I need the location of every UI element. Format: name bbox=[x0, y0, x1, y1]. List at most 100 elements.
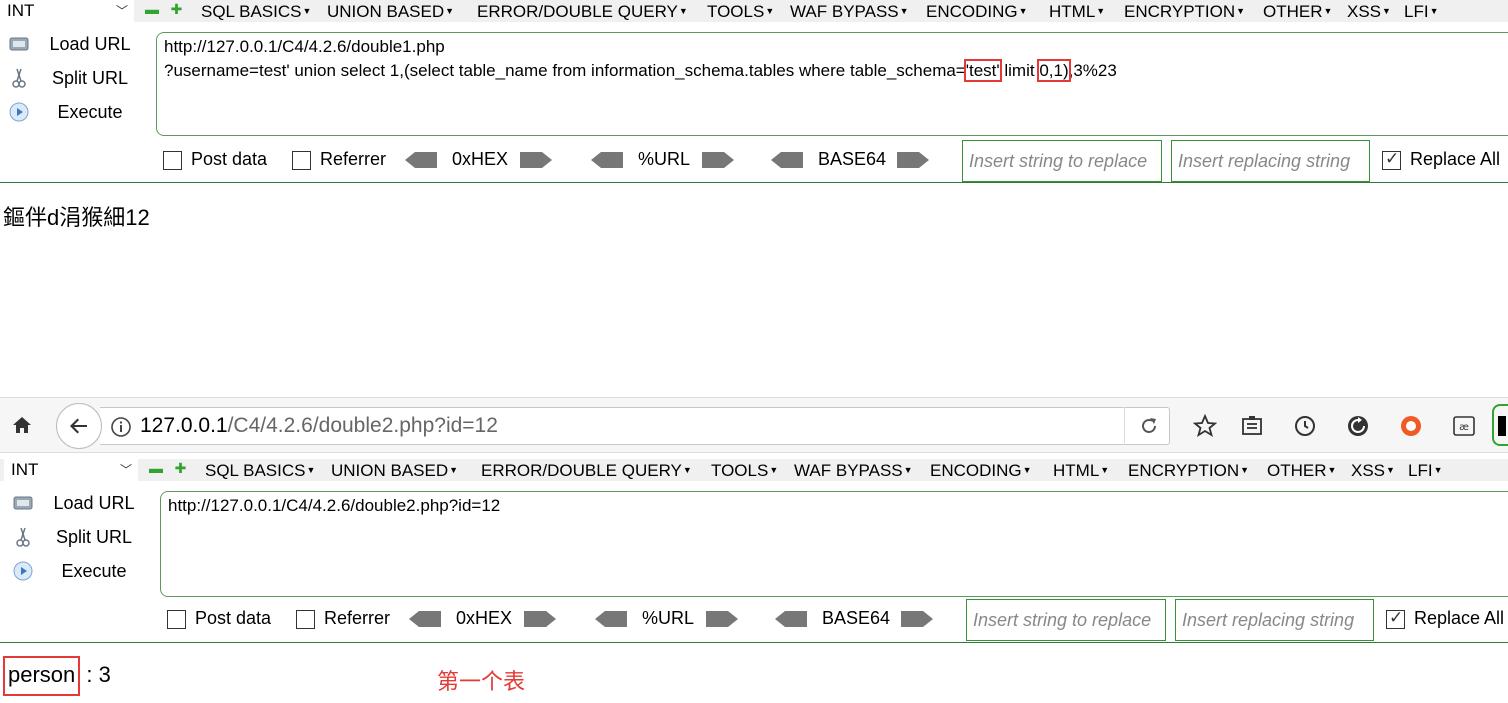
type-select-2[interactable]: INT ﹀ bbox=[4, 459, 138, 481]
referrer-checkbox[interactable] bbox=[292, 151, 311, 170]
type-select[interactable]: INT ﹀ bbox=[0, 0, 134, 22]
hex-encode-arrow-icon[interactable] bbox=[524, 611, 556, 627]
base64-label: BASE64 bbox=[822, 608, 891, 628]
reading-list-icon[interactable] bbox=[1240, 414, 1264, 438]
hex-encode-arrow-icon[interactable] bbox=[520, 152, 552, 168]
replacing-string-input[interactable]: Insert replacing string bbox=[1171, 140, 1370, 182]
arrow-left-icon bbox=[70, 418, 87, 434]
menu-union-based[interactable]: UNION BASED▼ bbox=[331, 459, 458, 481]
execute-button[interactable]: Execute bbox=[8, 556, 158, 586]
url-textarea[interactable]: http://127.0.0.1/C4/4.2.6/double1.php ?us… bbox=[156, 32, 1508, 136]
hex-decode-arrow-icon[interactable] bbox=[409, 611, 441, 627]
replace-string-input[interactable]: Insert string to replace bbox=[966, 599, 1166, 641]
post-data-checkbox[interactable] bbox=[163, 151, 182, 170]
menu-tools[interactable]: TOOLS▼ bbox=[711, 459, 778, 481]
hackbar-menubar: INT ﹀ ▬ ✚ SQL BASICS▼ UNION BASED▼ ERROR… bbox=[0, 0, 1508, 22]
menu-encoding[interactable]: ENCODING▼ bbox=[930, 459, 1032, 481]
history-clock-icon[interactable] bbox=[1293, 414, 1317, 438]
execute-button[interactable]: Execute bbox=[4, 97, 154, 127]
back-button[interactable] bbox=[56, 403, 102, 449]
minus-icon[interactable]: ▬ bbox=[145, 2, 159, 16]
replace-all-label: Replace All bbox=[1410, 149, 1501, 169]
menu-error-double-query[interactable]: ERROR/DOUBLE QUERY▼ bbox=[477, 0, 688, 22]
referrer-checkbox[interactable] bbox=[296, 610, 315, 629]
menu-html[interactable]: HTML▼ bbox=[1053, 459, 1109, 481]
replace-all-checkbox[interactable] bbox=[1382, 149, 1401, 170]
referrer-label: Referrer bbox=[320, 149, 387, 169]
result-text-1: 鏂伴d涓猴細12 bbox=[3, 205, 150, 230]
home-icon[interactable] bbox=[10, 413, 34, 437]
menu-html[interactable]: HTML▼ bbox=[1049, 0, 1105, 22]
referrer-label: Referrer bbox=[324, 608, 391, 628]
reload-icon bbox=[1142, 418, 1156, 433]
reload-button[interactable] bbox=[1124, 407, 1172, 445]
url-encode-arrow-icon[interactable] bbox=[702, 152, 734, 168]
svg-text:æ: æ bbox=[1459, 422, 1469, 433]
post-data-label: Post data bbox=[191, 149, 268, 169]
replace-all-label: Replace All bbox=[1414, 608, 1505, 628]
base64-encode-arrow-icon[interactable] bbox=[897, 152, 929, 168]
url-decode-arrow-icon[interactable] bbox=[591, 152, 623, 168]
menu-other[interactable]: OTHER▼ bbox=[1263, 0, 1332, 22]
menu-other[interactable]: OTHER▼ bbox=[1267, 459, 1336, 481]
highlight-limit: 0,1) bbox=[1037, 59, 1071, 82]
url-enc-label: %URL bbox=[638, 149, 691, 169]
hackbar-menubar-2: INT ﹀ ▬ ✚ SQL BASICS▼ UNION BASED▼ ERROR… bbox=[0, 459, 1508, 481]
split-url-button[interactable]: Split URL bbox=[4, 63, 154, 93]
url-line-1: http://127.0.0.1/C4/4.2.6/double2.php?id… bbox=[168, 496, 501, 515]
split-url-button[interactable]: Split URL bbox=[8, 522, 158, 552]
menu-lfi[interactable]: LFI▼ bbox=[1408, 459, 1442, 481]
extension-ae-icon[interactable]: æ bbox=[1452, 414, 1476, 438]
url-enc-label: %URL bbox=[642, 608, 695, 628]
load-url-button[interactable]: Load URL bbox=[4, 29, 154, 59]
extension-ring-icon[interactable] bbox=[1399, 414, 1423, 438]
info-icon[interactable] bbox=[110, 416, 132, 438]
load-url-button[interactable]: Load URL bbox=[8, 488, 158, 518]
menu-encryption[interactable]: ENCRYPTION▼ bbox=[1124, 0, 1245, 22]
menu-encoding[interactable]: ENCODING▼ bbox=[926, 0, 1028, 22]
hex-decode-arrow-icon[interactable] bbox=[405, 152, 437, 168]
menu-icon bbox=[1498, 416, 1506, 436]
highlight-schema: 'test' bbox=[963, 59, 1002, 82]
menu-button[interactable] bbox=[1492, 404, 1508, 446]
replacing-string-input[interactable]: Insert replacing string bbox=[1175, 599, 1374, 641]
base64-encode-arrow-icon[interactable] bbox=[901, 611, 933, 627]
highlight-table-name: person bbox=[3, 656, 81, 696]
type-select-value: INT bbox=[7, 1, 35, 20]
replace-all-checkbox[interactable] bbox=[1386, 608, 1405, 629]
chevron-down-icon: ﹀ bbox=[119, 463, 132, 477]
menu-lfi[interactable]: LFI▼ bbox=[1404, 0, 1438, 22]
menu-sql-basics[interactable]: SQL BASICS▼ bbox=[201, 0, 311, 22]
plus-icon[interactable]: ✚ bbox=[174, 461, 187, 475]
hackbar-bottom: INT ﹀ ▬ ✚ SQL BASICS▼ UNION BASED▼ ERROR… bbox=[0, 459, 1508, 643]
type-select-value-2: INT bbox=[11, 460, 39, 479]
plus-icon[interactable]: ✚ bbox=[170, 2, 183, 16]
sync-icon[interactable] bbox=[1346, 414, 1370, 438]
star-icon[interactable] bbox=[1193, 414, 1217, 438]
address-bar[interactable]: 127.0.0.1/C4/4.2.6/double2.php?id=12 bbox=[100, 407, 1170, 445]
menu-xss[interactable]: XSS▼ bbox=[1347, 0, 1391, 22]
result-count: : 3 bbox=[80, 662, 111, 687]
menu-union-based[interactable]: UNION BASED▼ bbox=[327, 0, 454, 22]
hackbar-options-2: Post data Referrer 0xHEX %URL BASE64 Ins… bbox=[0, 597, 1508, 641]
menu-xss[interactable]: XSS▼ bbox=[1351, 459, 1395, 481]
result-text-2: person : 3 bbox=[3, 656, 111, 696]
menu-encryption[interactable]: ENCRYPTION▼ bbox=[1128, 459, 1249, 481]
url-textarea-2[interactable]: http://127.0.0.1/C4/4.2.6/double2.php?id… bbox=[160, 491, 1508, 597]
annotation-first-table: 第一个表 bbox=[437, 669, 526, 694]
hex-label: 0xHEX bbox=[456, 608, 513, 628]
base64-decode-arrow-icon[interactable] bbox=[775, 611, 807, 627]
base64-decode-arrow-icon[interactable] bbox=[771, 152, 803, 168]
hex-label: 0xHEX bbox=[452, 149, 509, 169]
minus-icon[interactable]: ▬ bbox=[149, 461, 163, 475]
url-decode-arrow-icon[interactable] bbox=[595, 611, 627, 627]
menu-tools[interactable]: TOOLS▼ bbox=[707, 0, 774, 22]
replace-string-input[interactable]: Insert string to replace bbox=[962, 140, 1162, 182]
menu-error-double-query[interactable]: ERROR/DOUBLE QUERY▼ bbox=[481, 459, 692, 481]
menu-sql-basics[interactable]: SQL BASICS▼ bbox=[205, 459, 315, 481]
post-data-checkbox[interactable] bbox=[167, 610, 186, 629]
browser-toolbar: 127.0.0.1/C4/4.2.6/double2.php?id=12 æ bbox=[0, 397, 1508, 453]
menu-waf-bypass[interactable]: WAF BYPASS▼ bbox=[790, 0, 909, 22]
url-encode-arrow-icon[interactable] bbox=[706, 611, 738, 627]
menu-waf-bypass[interactable]: WAF BYPASS▼ bbox=[794, 459, 913, 481]
